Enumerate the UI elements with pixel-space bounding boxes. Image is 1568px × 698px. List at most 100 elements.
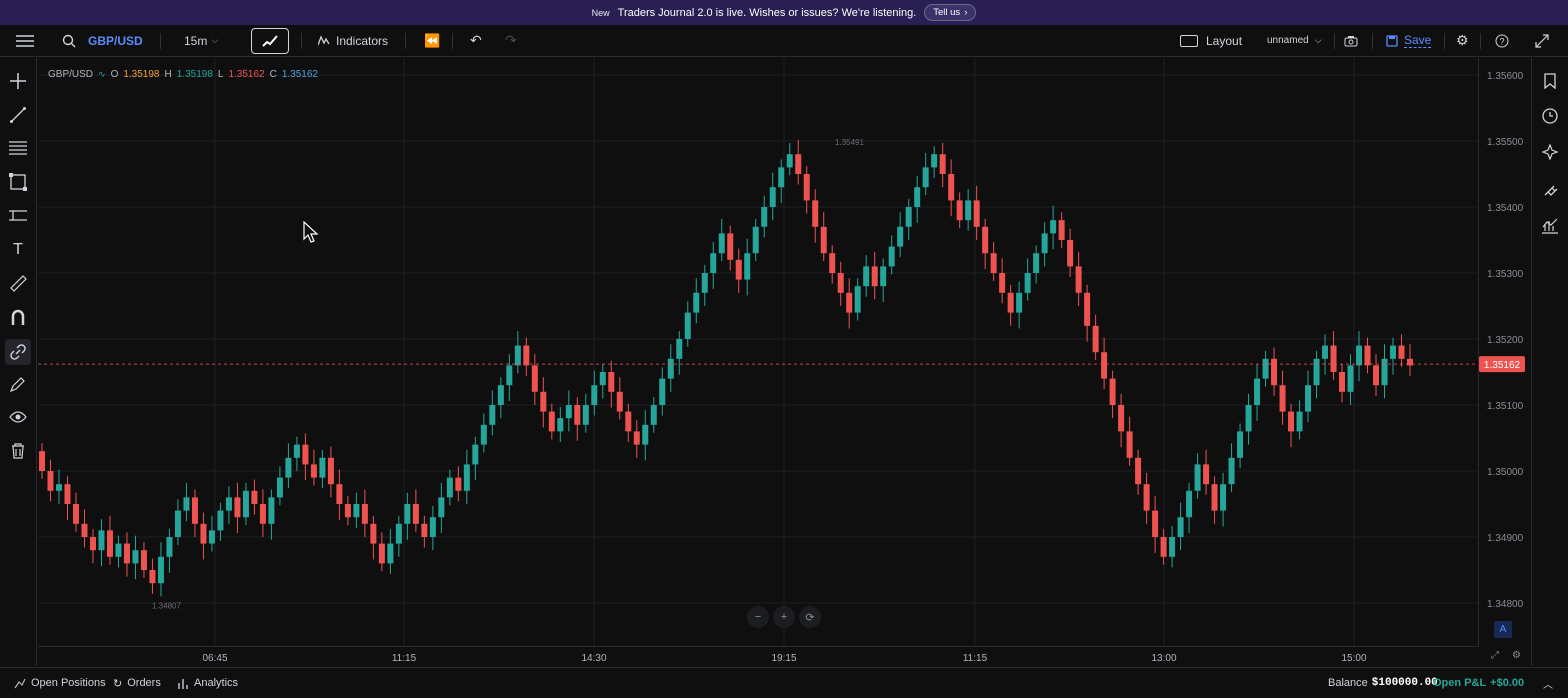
price-tick-label: 1.35000 bbox=[1487, 467, 1524, 478]
candle-body bbox=[140, 550, 147, 570]
candle-body bbox=[718, 233, 725, 254]
long-position-icon[interactable] bbox=[8, 206, 28, 226]
link-icon[interactable] bbox=[5, 339, 31, 365]
price-tick-label: 1.34800 bbox=[1487, 599, 1524, 610]
candle-body bbox=[39, 451, 45, 471]
candle-body bbox=[642, 424, 649, 445]
fib-retracement-icon[interactable] bbox=[8, 138, 28, 158]
candle-body bbox=[1075, 266, 1082, 293]
candle-body bbox=[1143, 484, 1150, 511]
crosshair-icon[interactable] bbox=[8, 71, 28, 91]
candle-body bbox=[183, 497, 190, 511]
undo-icon[interactable]: ↶ bbox=[470, 25, 482, 56]
candle-body bbox=[820, 226, 827, 254]
candle-body bbox=[914, 187, 921, 207]
pencil-lock-icon[interactable] bbox=[8, 374, 28, 394]
chart-stats-icon[interactable] bbox=[1540, 216, 1560, 236]
candle-body bbox=[616, 391, 623, 412]
candle-body bbox=[1033, 253, 1040, 273]
tell-us-button[interactable]: Tell us › bbox=[924, 4, 977, 21]
candle-body bbox=[599, 372, 606, 386]
indicators-button[interactable]: Indicators bbox=[318, 25, 388, 56]
candle-body bbox=[693, 292, 700, 313]
candle-body bbox=[1126, 431, 1133, 458]
candle-body bbox=[327, 457, 334, 485]
chart-type-button[interactable] bbox=[251, 28, 289, 54]
candle-body bbox=[200, 523, 207, 544]
candle-body bbox=[336, 484, 343, 504]
fullscreen-icon[interactable] bbox=[1535, 25, 1549, 56]
auto-scale-button[interactable]: A bbox=[1494, 621, 1512, 638]
candle-body bbox=[1084, 292, 1091, 326]
chevron-up-icon[interactable]: ︿ bbox=[1543, 676, 1553, 691]
legend-l-label: L bbox=[217, 69, 224, 80]
menu-icon[interactable] bbox=[16, 25, 34, 56]
candle-body bbox=[446, 477, 453, 498]
candle-body bbox=[1254, 378, 1261, 405]
candle-body bbox=[378, 543, 385, 564]
plug-icon[interactable] bbox=[1540, 180, 1560, 200]
zoom-controls: − + ⟳ bbox=[747, 606, 821, 628]
text-tool-icon[interactable]: T bbox=[8, 240, 28, 260]
price-axis[interactable]: 1.35600 1.35500 1.35400 1.35300 1.35200 1.351… bbox=[1478, 58, 1531, 646]
time-axis[interactable]: 06:45 11:15 14:30 19:15 11:15 13:00 15:00 ⤢ ⚙ bbox=[38, 646, 1521, 667]
candle-body bbox=[727, 233, 734, 260]
candle-body bbox=[149, 570, 156, 584]
bar-chart-icon bbox=[178, 678, 188, 689]
interval-dropdown[interactable]: 15m ⌵ bbox=[184, 25, 218, 56]
candle-body bbox=[523, 345, 530, 366]
candle-body bbox=[472, 444, 479, 465]
help-icon[interactable]: ? bbox=[1495, 25, 1509, 56]
candle-body bbox=[1024, 273, 1031, 293]
replay-icon[interactable]: ⏪ bbox=[424, 25, 440, 56]
zoom-in-button[interactable]: + bbox=[773, 606, 795, 628]
candle-body bbox=[684, 312, 691, 339]
candle-body bbox=[1007, 292, 1014, 313]
open-positions-tab[interactable]: Open Positions bbox=[14, 677, 106, 689]
reset-zoom-icon[interactable]: ⟳ bbox=[799, 606, 821, 628]
bookmark-icon[interactable] bbox=[1540, 71, 1560, 91]
price-tick-label: 1.35500 bbox=[1487, 137, 1524, 148]
right-toolbar bbox=[1531, 58, 1568, 666]
redo-icon[interactable]: ↷ bbox=[505, 25, 517, 56]
rectangle-icon[interactable] bbox=[8, 172, 28, 192]
candle-body bbox=[1050, 220, 1057, 234]
indicators-label: Indicators bbox=[336, 33, 389, 48]
zoom-out-button[interactable]: − bbox=[747, 606, 769, 628]
save-button[interactable]: Save bbox=[1386, 25, 1432, 56]
candlestick-chart[interactable]: 1.35491 1.34807 bbox=[38, 58, 1478, 646]
trendline-icon[interactable] bbox=[8, 105, 28, 125]
legend-low: 1.35162 bbox=[228, 69, 265, 80]
eye-icon[interactable] bbox=[8, 407, 28, 427]
axis-settings-icon[interactable]: ⚙ bbox=[1512, 650, 1521, 661]
candle-body bbox=[973, 200, 980, 227]
symbol-search[interactable]: GBP/USD bbox=[62, 25, 143, 56]
orders-tab[interactable]: ↻ Orders bbox=[113, 677, 161, 690]
analytics-tab[interactable]: Analytics bbox=[178, 677, 238, 689]
candle-body bbox=[1271, 358, 1278, 386]
layout-button[interactable]: Layout bbox=[1180, 25, 1242, 56]
chart-pane[interactable]: 1.35491 1.34807 bbox=[38, 58, 1478, 646]
candle-body bbox=[259, 504, 266, 524]
candle-body bbox=[897, 226, 904, 247]
camera-icon[interactable] bbox=[1344, 25, 1358, 56]
symbol-label: GBP/USD bbox=[88, 33, 143, 48]
analytics-label: Analytics bbox=[194, 677, 239, 689]
gear-icon[interactable]: ⚙ bbox=[1456, 25, 1469, 56]
candle-body bbox=[353, 504, 360, 518]
candle-body bbox=[531, 365, 538, 392]
time-tick-label: 11:15 bbox=[963, 653, 988, 664]
layout-name-dropdown[interactable]: unnamed ⌵ bbox=[1267, 25, 1322, 56]
candle-body bbox=[242, 490, 249, 518]
candle-body bbox=[115, 543, 122, 557]
clock-icon[interactable] bbox=[1540, 106, 1560, 126]
expand-icon[interactable]: ⤢ bbox=[1491, 650, 1499, 661]
legend-symbol: GBP/USD bbox=[48, 69, 94, 80]
candle-body bbox=[982, 226, 989, 254]
time-tick-label: 14:30 bbox=[581, 653, 606, 664]
magnet-icon[interactable] bbox=[8, 307, 28, 327]
candle-body bbox=[667, 358, 674, 379]
sparkle-icon[interactable] bbox=[1540, 142, 1560, 162]
trash-icon[interactable] bbox=[8, 441, 28, 461]
ruler-icon[interactable] bbox=[8, 273, 28, 293]
